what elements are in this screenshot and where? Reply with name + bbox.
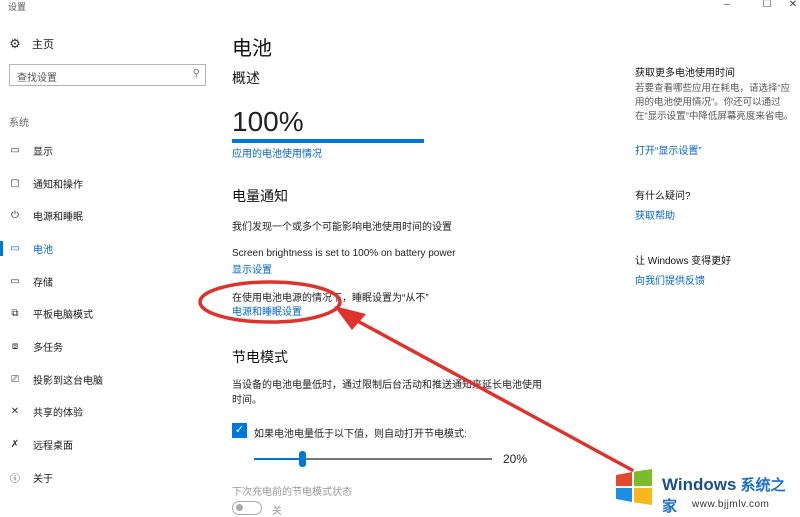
multitask-icon: ⧈ (11, 340, 19, 352)
monitor-icon: ▭ (10, 144, 20, 156)
info-icon: ⓘ (10, 473, 20, 485)
search-placeholder: 查找设置 (17, 73, 57, 84)
home-nav-item[interactable]: ⚙ 主页 (8, 36, 54, 52)
battery-percentage: 100% (232, 106, 304, 137)
sidebar-item-remote-desktop[interactable]: ✗ 远程桌面 (0, 428, 218, 461)
sidebar-item-label: 共享的体验 (33, 408, 83, 420)
battery-saver-toggle[interactable] (232, 501, 262, 515)
slider-value: 20% (503, 452, 528, 466)
auto-saver-checkbox-label: 如果电池电量低于以下值，则自动打开节电模式: (254, 429, 467, 440)
get-help-link[interactable]: 获取帮助 (635, 207, 675, 222)
display-settings-link[interactable]: 显示设置 (232, 261, 272, 276)
sidebar-item-battery[interactable]: ▭ 电池 (0, 232, 218, 265)
search-icon[interactable]: ⚲ (193, 68, 200, 79)
sidebar-item-notification[interactable]: ▢ 通知和操作 (0, 167, 218, 200)
open-display-settings-link[interactable]: 打开“显示设置” (635, 142, 702, 157)
sidebar-item-monitor[interactable]: ▭ 显示 (0, 134, 218, 167)
share-icon: ✕ (10, 406, 20, 418)
overview-heading: 概述 (232, 70, 260, 86)
sidebar-item-power[interactable]: ⏻ 电源和睡眠 (0, 199, 218, 232)
search-input[interactable]: 查找设置 ⚲ (9, 64, 206, 86)
sidebar-item-label: 存储 (33, 277, 53, 289)
power-icon: ⏻ (11, 210, 19, 222)
app-battery-usage-link[interactable]: 应用的电池使用情况 (232, 145, 322, 160)
window-title: 设置 (8, 2, 27, 12)
gear-icon: ⚙ (9, 36, 21, 51)
improve-windows-heading: 让 Windows 变得更好 (635, 256, 732, 267)
sidebar-item-label: 多任务 (33, 342, 63, 354)
sidebar-item-label: 电池 (33, 244, 53, 256)
more-battery-text: 若要查看哪些应用在耗电，请选择“应用的电池使用情况”。你还可以通过在“显示设置”… (635, 83, 794, 122)
section-label-system: 系统 (9, 118, 29, 129)
sidebar-item-label: 关于 (33, 473, 53, 485)
watermark-brand-en: Windows (662, 475, 737, 494)
sidebar-item-tablet[interactable]: ⧉ 平板电脑模式 (0, 297, 218, 330)
watermark: Windows 系统之家 www.bjjmlv.com (610, 465, 800, 517)
close-button[interactable]: ✕ (778, 0, 800, 14)
tablet-icon: ⧉ (11, 308, 19, 320)
sidebar-item-label: 电源和睡眠 (33, 212, 83, 224)
next-charge-status-label: 下次充电前的节电模式状态 (232, 487, 352, 498)
battery-icon: ▭ (10, 242, 20, 254)
sidebar-item-multitask[interactable]: ⧈ 多任务 (0, 330, 218, 363)
battery-notifications-heading: 电量通知 (232, 188, 288, 204)
sidebar-item-storage[interactable]: ▭ 存储 (0, 265, 218, 298)
annotation-arrow-head (334, 306, 366, 330)
battery-level-bar (232, 139, 424, 143)
sleep-setting-text: 在使用电池电源的情况下，睡眠设置为“从不” (232, 293, 429, 304)
feedback-link[interactable]: 向我们提供反馈 (635, 272, 705, 287)
home-label: 主页 (32, 39, 54, 51)
remote-desktop-icon: ✗ (10, 439, 20, 451)
sidebar-item-label: 平板电脑模式 (33, 310, 93, 322)
sidebar-item-label: 远程桌面 (33, 441, 73, 453)
sidebar-item-label: 显示 (33, 146, 53, 158)
sidebar-item-info[interactable]: ⓘ 关于 (0, 461, 218, 494)
sidebar: ⚙ 主页 查找设置 ⚲ 系统 ▭ 显示 ▢ 通知和操作 ⏻ 电源和睡眠 ▭ 电池 ▭ 存储 ⧉ 平板电… (0, 14, 218, 517)
title-bar: 设置 – ☐ ✕ (0, 0, 800, 14)
auto-saver-checkbox[interactable]: ✓ (232, 423, 247, 438)
notification-icon: ▢ (10, 177, 20, 189)
sidebar-item-label: 投影到这台电脑 (33, 375, 103, 387)
toggle-state-label: 关 (272, 506, 282, 517)
watermark-url: www.bjjmlv.com (692, 499, 770, 510)
power-sleep-settings-link[interactable]: 电源和睡眠设置 (232, 303, 302, 318)
sidebar-item-label: 通知和操作 (33, 179, 83, 191)
found-settings-text: 我们发现一个或多个可能影响电池使用时间的设置 (232, 222, 452, 233)
questions-heading: 有什么疑问? (635, 191, 691, 202)
toggle-knob (236, 504, 243, 511)
storage-icon: ▭ (10, 275, 20, 287)
more-battery-heading: 获取更多电池使用时间 (635, 68, 735, 79)
battery-saver-heading: 节电模式 (232, 349, 288, 365)
slider-thumb[interactable] (298, 451, 306, 467)
sidebar-item-project[interactable]: ⎚ 投影到这台电脑 (0, 363, 218, 396)
slider-fill (254, 458, 302, 460)
sidebar-item-share[interactable]: ✕ 共享的体验 (0, 396, 218, 429)
windows-logo-icon (616, 469, 652, 505)
project-icon: ⎚ (11, 373, 19, 385)
page-title: 电池 (232, 38, 272, 60)
battery-saver-description: 当设备的电池电量低时，通过限制后台活动和推送通知来延长电池使用时间。 (232, 380, 542, 406)
sidebar-nav: ▭ 显示 ▢ 通知和操作 ⏻ 电源和睡眠 ▭ 电池 ▭ 存储 ⧉ 平板电脑模式 ⧈ 多任务 ⎚ 投影到这台电脑… (0, 134, 218, 494)
checkmark-icon: ✓ (234, 424, 245, 436)
battery-saver-slider[interactable] (254, 451, 492, 467)
brightness-text: Screen brightness is set to 100% on batt… (232, 248, 456, 259)
minimize-button[interactable]: – (712, 0, 742, 14)
